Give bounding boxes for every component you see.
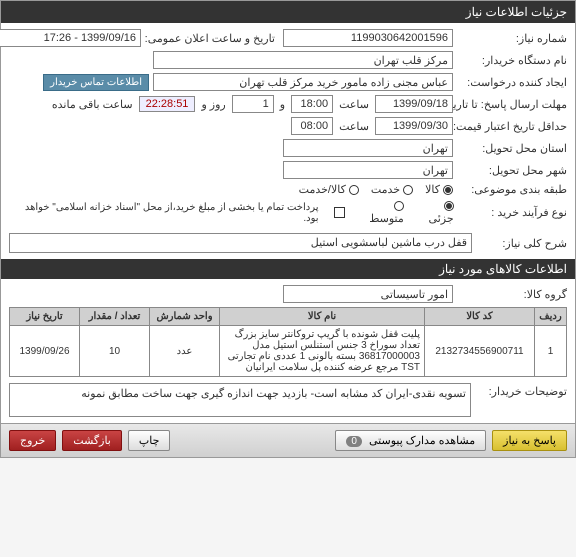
remain-suffix: ساعت باقی مانده bbox=[52, 98, 133, 111]
need-no-label: شماره نیاز: bbox=[457, 32, 567, 45]
hour-label-2: ساعت bbox=[339, 120, 369, 133]
radio-icon bbox=[403, 185, 413, 195]
hour-label-1: ساعت bbox=[339, 98, 369, 111]
cell-row: 1 bbox=[535, 326, 567, 377]
attachments-count: 0 bbox=[346, 436, 362, 447]
budget-service-option[interactable]: خدمت bbox=[371, 183, 413, 196]
attachments-label: مشاهده مدارک پیوستی bbox=[369, 435, 475, 447]
summary-label: شرح کلی نیاز: bbox=[476, 237, 567, 250]
announce-value: 1399/09/16 - 17:26 bbox=[0, 29, 141, 47]
th-qty: تعداد / مقدار bbox=[80, 308, 150, 326]
pt-small-option[interactable]: جزئی bbox=[416, 200, 454, 225]
th-count: واحد شمارش bbox=[150, 308, 220, 326]
deadline-price-time: 08:00 bbox=[291, 117, 333, 135]
pt-medium-option[interactable]: متوسط bbox=[357, 200, 404, 225]
and-label: و bbox=[280, 98, 285, 111]
need-no-value: 1199030642001596 bbox=[283, 29, 453, 47]
back-button[interactable]: بازگشت bbox=[62, 430, 122, 451]
purchase-type-label: نوع فرآیند خرید : bbox=[458, 206, 567, 219]
items-table: ردیف کد کالا نام کالا واحد شمارش تعداد /… bbox=[9, 307, 567, 377]
items-section-title: اطلاعات کالاهای مورد نیاز bbox=[1, 259, 575, 279]
buyer-org-value: مرکز قلب تهران bbox=[153, 51, 453, 69]
cell-need-date: 1399/09/26 bbox=[10, 326, 80, 377]
main-panel: جزئیات اطلاعات نیاز شماره نیاز: 11990306… bbox=[0, 0, 576, 458]
buyer-org-label: نام دستگاه خریدار: bbox=[457, 54, 567, 67]
budget-mixed-option[interactable]: کالا/خدمت bbox=[299, 183, 359, 196]
cell-code: 2132734556900711 bbox=[425, 326, 535, 377]
deadline-reply-time: 18:00 bbox=[291, 95, 333, 113]
creator-label: ایجاد کننده درخواست: bbox=[457, 76, 567, 89]
th-need-date: تاریخ نیاز bbox=[10, 308, 80, 326]
delivery-city-label: شهر محل تحویل: bbox=[457, 164, 567, 177]
time-remain: 22:28:51 bbox=[139, 96, 196, 112]
group-value: امور تاسیساتی bbox=[283, 285, 453, 303]
radio-icon bbox=[394, 201, 404, 211]
radio-icon bbox=[443, 185, 453, 195]
th-row: ردیف bbox=[535, 308, 567, 326]
checkbox-icon bbox=[334, 207, 345, 218]
delivery-city-value: تهران bbox=[283, 161, 453, 179]
treasury-note: پرداخت تمام یا بخشی از مبلغ خرید،از محل … bbox=[9, 202, 319, 224]
deadline-reply-date: 1399/09/18 bbox=[375, 95, 453, 113]
days-label: روز و bbox=[201, 98, 225, 111]
th-name: نام کالا bbox=[220, 308, 425, 326]
reply-button[interactable]: پاسخ به نیاز bbox=[492, 430, 567, 451]
delivery-state-label: استان محل تحویل: bbox=[457, 142, 567, 155]
footer-bar: پاسخ به نیاز مشاهده مدارک پیوستی 0 چاپ ب… bbox=[1, 423, 575, 457]
budget-goods-option[interactable]: کالا bbox=[425, 183, 453, 196]
panel-title: جزئیات اطلاعات نیاز bbox=[1, 1, 575, 23]
deadline-reply-label: مهلت ارسال پاسخ: تا تاریخ: bbox=[457, 98, 567, 111]
budget-radio-group: کالا خدمت کالا/خدمت bbox=[299, 183, 453, 196]
buyer-note-text: تسویه نقدی-ایران کد مشابه است- بازدید جه… bbox=[9, 383, 471, 417]
table-row[interactable]: 1 2132734556900711 پلیت قفل شونده با گری… bbox=[10, 326, 567, 377]
deadline-price-date: 1399/09/30 bbox=[375, 117, 453, 135]
buyer-note-label: توضیحات خریدار: bbox=[477, 383, 567, 417]
group-label: گروه کالا: bbox=[457, 288, 567, 301]
print-button[interactable]: چاپ bbox=[128, 430, 171, 451]
purchase-type-group: جزئی متوسط پرداخت تمام یا بخشی از مبلغ خ… bbox=[9, 200, 454, 225]
details-body: شماره نیاز: 1199030642001596 تاریخ و ساع… bbox=[1, 23, 575, 423]
table-header-row: ردیف کد کالا نام کالا واحد شمارش تعداد /… bbox=[10, 308, 567, 326]
cell-count: عدد bbox=[150, 326, 220, 377]
radio-icon bbox=[444, 201, 454, 211]
radio-icon bbox=[349, 185, 359, 195]
contact-buyer-button[interactable]: اطلاعات تماس خریدار bbox=[43, 74, 149, 91]
treasury-checkbox[interactable] bbox=[331, 207, 345, 219]
cell-name: پلیت قفل شونده با گریپ تروکانتر سایز بزر… bbox=[220, 326, 425, 377]
attachments-button[interactable]: مشاهده مدارک پیوستی 0 bbox=[335, 430, 486, 451]
summary-value: قفل درب ماشین لباسشویی استیل bbox=[9, 233, 472, 253]
days-remain: 1 bbox=[232, 95, 274, 113]
budget-label: طبقه بندی موضوعی: bbox=[457, 183, 567, 196]
th-code: کد کالا bbox=[425, 308, 535, 326]
cell-qty: 10 bbox=[80, 326, 150, 377]
announce-label: تاریخ و ساعت اعلان عمومی: bbox=[145, 32, 275, 45]
deadline-price-label: حداقل تاریخ اعتبار قیمت: تا تاریخ: bbox=[457, 120, 567, 133]
exit-button[interactable]: خروج bbox=[9, 430, 56, 451]
delivery-state-value: تهران bbox=[283, 139, 453, 157]
creator-value: عباس مجنی زاده مامور خرید مرکز قلب تهران bbox=[153, 73, 453, 91]
